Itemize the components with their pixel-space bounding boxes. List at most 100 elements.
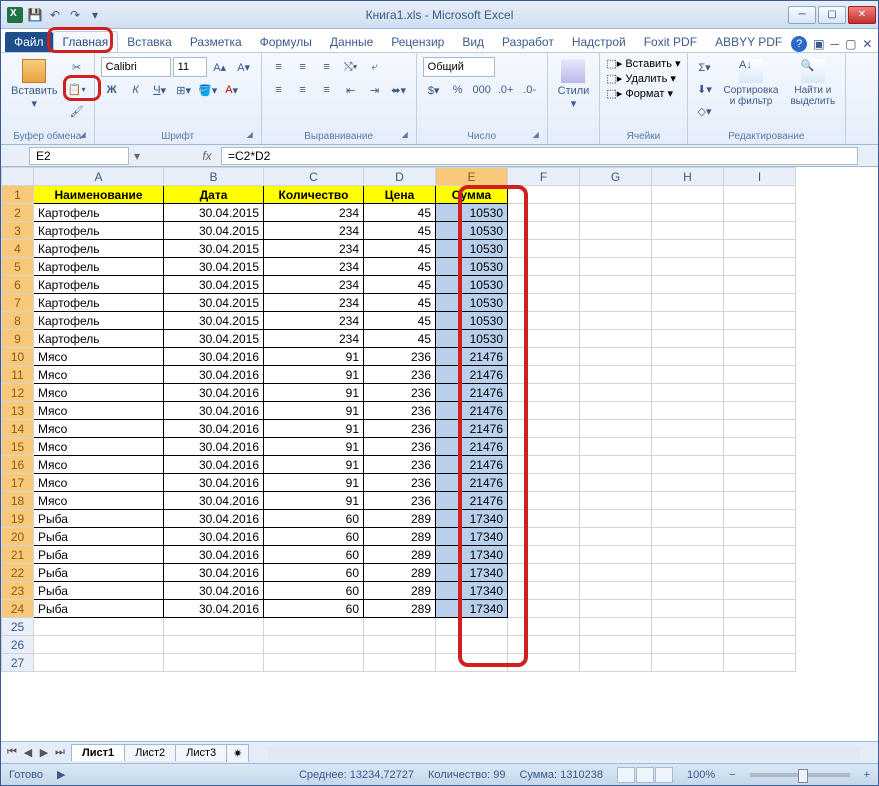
row-header-26[interactable]: 26 [2,636,34,654]
sort-filter-button[interactable]: A↓ Сортировка и фильтр [720,57,783,129]
cell[interactable]: 45 [364,330,436,348]
cell[interactable]: 60 [264,528,364,546]
header-cell[interactable]: Наименование [34,186,164,204]
align-right-button[interactable]: ≡ [316,80,338,100]
cell[interactable]: 30.04.2016 [164,492,264,510]
cell[interactable] [724,456,796,474]
tab-addins[interactable]: Надстрой [563,32,635,52]
tab-insert[interactable]: Вставка [118,32,181,52]
cell[interactable] [652,546,724,564]
cell[interactable] [508,510,580,528]
wrap-text-button[interactable]: ⤶ [364,57,386,77]
cell[interactable] [652,564,724,582]
cell[interactable] [652,258,724,276]
border-button[interactable]: ⊞▾ [173,80,195,100]
cell[interactable] [724,258,796,276]
row-header-2[interactable]: 2 [2,204,34,222]
cell[interactable] [508,438,580,456]
cell[interactable] [264,636,364,654]
header-cell[interactable]: Цена [364,186,436,204]
cell[interactable]: 236 [364,492,436,510]
cell[interactable] [724,312,796,330]
doc-close-icon[interactable]: ✕ [862,37,872,51]
font-color-button[interactable]: A▾ [221,80,243,100]
cell[interactable]: 289 [364,546,436,564]
sheet-nav-prev-icon[interactable]: ◀ [21,746,35,760]
italic-button[interactable]: К [125,80,147,100]
cell[interactable] [724,636,796,654]
row-header-23[interactable]: 23 [2,582,34,600]
cell[interactable]: 30.04.2015 [164,312,264,330]
row-header-10[interactable]: 10 [2,348,34,366]
name-box-dropdown-icon[interactable]: ▾ [129,149,145,163]
cell[interactable]: 21476 [436,348,508,366]
cell[interactable]: Мясо [34,384,164,402]
cell[interactable] [508,258,580,276]
cell[interactable] [652,222,724,240]
column-header-I[interactable]: I [724,168,796,186]
cell[interactable] [580,222,652,240]
row-header-27[interactable]: 27 [2,654,34,672]
cell[interactable]: 91 [264,366,364,384]
cell[interactable]: 289 [364,510,436,528]
cell[interactable] [580,348,652,366]
cell[interactable] [580,618,652,636]
grow-font-button[interactable]: A▴ [209,57,231,77]
row-header-4[interactable]: 4 [2,240,34,258]
zoom-slider[interactable] [750,773,850,777]
cell[interactable] [508,528,580,546]
cell[interactable]: 234 [264,222,364,240]
cell[interactable] [580,546,652,564]
cell[interactable] [652,294,724,312]
row-header-18[interactable]: 18 [2,492,34,510]
cell[interactable]: 45 [364,222,436,240]
cell[interactable]: 60 [264,582,364,600]
cell[interactable] [724,276,796,294]
cell[interactable]: 17340 [436,546,508,564]
cell[interactable] [364,618,436,636]
cell[interactable]: 234 [264,294,364,312]
cell[interactable] [264,654,364,672]
cell[interactable]: 289 [364,564,436,582]
cell[interactable] [580,330,652,348]
cell[interactable]: 21476 [436,456,508,474]
cell[interactable] [580,564,652,582]
tab-data[interactable]: Данные [321,32,382,52]
row-header-25[interactable]: 25 [2,618,34,636]
cell[interactable]: 234 [264,312,364,330]
cell[interactable]: 234 [264,204,364,222]
cell[interactable]: 234 [264,330,364,348]
cell[interactable]: 30.04.2015 [164,222,264,240]
zoom-in-button[interactable]: + [864,769,870,781]
cell[interactable]: 91 [264,420,364,438]
row-header-13[interactable]: 13 [2,402,34,420]
cell[interactable] [508,276,580,294]
view-pagebreak-button[interactable] [655,767,673,783]
sheet-nav-last-icon[interactable]: ⏭ [53,746,67,760]
cell[interactable] [508,384,580,402]
cell[interactable]: Картофель [34,240,164,258]
cell[interactable] [436,654,508,672]
decrease-decimal-button[interactable]: .0- [519,80,541,100]
cell[interactable] [508,222,580,240]
cell[interactable] [652,204,724,222]
cell[interactable] [164,654,264,672]
cell[interactable] [164,636,264,654]
header-cell[interactable]: Количество [264,186,364,204]
formula-input[interactable]: =C2*D2 [221,147,858,165]
row-header-14[interactable]: 14 [2,420,34,438]
view-pagelayout-button[interactable] [636,767,654,783]
alignment-dialog-icon[interactable]: ◢ [402,130,414,142]
cell[interactable] [508,564,580,582]
cell[interactable]: 234 [264,258,364,276]
new-sheet-button[interactable]: ✷ [226,744,249,762]
cell[interactable]: 10530 [436,276,508,294]
cell[interactable]: Картофель [34,330,164,348]
cell[interactable] [580,366,652,384]
cell[interactable] [652,366,724,384]
cell[interactable]: 236 [364,402,436,420]
cell[interactable]: Мясо [34,348,164,366]
close-button[interactable]: ✕ [848,6,876,24]
row-header-6[interactable]: 6 [2,276,34,294]
cell[interactable] [724,474,796,492]
